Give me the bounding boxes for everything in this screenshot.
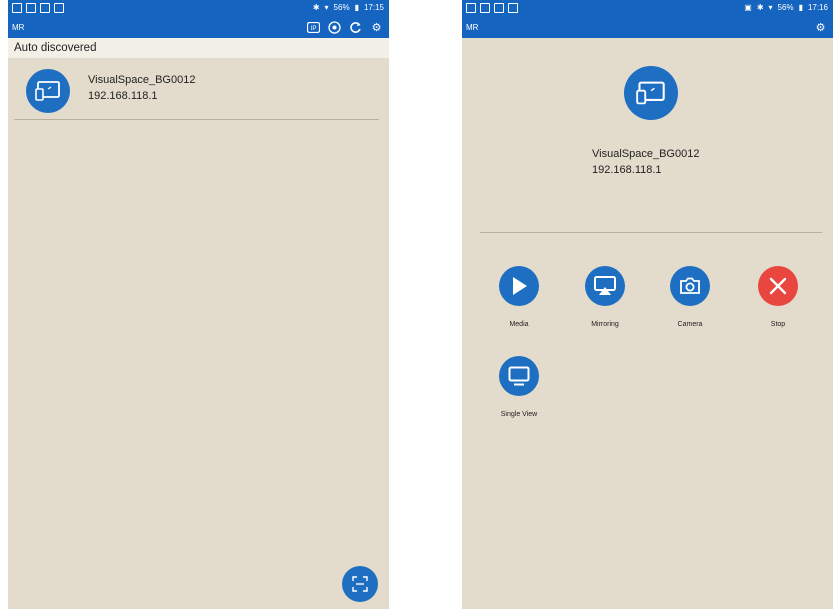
section-header: Auto discovered: [8, 38, 389, 58]
bluetooth-icon: ✱: [312, 3, 320, 12]
stop-label: Stop: [770, 321, 786, 328]
scan-qr-button[interactable]: [342, 566, 378, 602]
refresh-icon[interactable]: [349, 21, 362, 34]
clock: 17:15: [363, 3, 384, 12]
settings-gear-icon[interactable]: ⚙: [370, 21, 383, 34]
single-view-label: Single View: [500, 411, 538, 418]
close-icon: [758, 266, 798, 306]
media-label: Media: [509, 321, 529, 328]
device-control-screen: ▣ ✱ ▾ 56% ▮ 17:16 MR ⚙ VisualSpace_BG001…: [462, 0, 833, 609]
app-title: MR: [12, 23, 25, 32]
battery-icon: ▮: [798, 3, 803, 12]
mirroring-label: Mirroring: [591, 321, 619, 328]
scan-icon: [352, 576, 368, 592]
nfc-icon: ▣: [744, 3, 752, 12]
svg-text:IP: IP: [311, 26, 317, 32]
media-button[interactable]: Media: [489, 266, 549, 328]
pin-icon[interactable]: [328, 21, 341, 34]
single-view-button[interactable]: Single View: [489, 356, 549, 418]
play-icon: [499, 266, 539, 306]
app-bar: ▣ ✱ ▾ 56% ▮ 17:16 MR ⚙: [462, 0, 833, 38]
mirroring-button[interactable]: Mirroring: [575, 266, 635, 328]
section-title: Auto discovered: [14, 42, 97, 54]
divider: [14, 119, 379, 120]
camera-label: Camera: [677, 321, 703, 328]
notification-icons: [12, 3, 64, 13]
display-device-icon: [26, 69, 70, 113]
monitor-icon: [499, 356, 539, 396]
divider: [480, 232, 822, 233]
camera-button[interactable]: Camera: [660, 266, 720, 328]
mirroring-icon: [585, 266, 625, 306]
manual-connect-icon[interactable]: IP: [307, 21, 320, 34]
stop-button[interactable]: Stop: [748, 266, 808, 328]
device-list-screen: ✱ ▾ 56% ▮ 17:15 MR IP ⚙ Auto discovered …: [8, 0, 389, 609]
device-ip: 192.168.118.1: [592, 164, 662, 176]
bluetooth-icon: ✱: [756, 3, 764, 12]
status-bar: ▣ ✱ ▾ 56% ▮ 17:16: [744, 3, 828, 12]
battery-icon: ▮: [354, 3, 359, 12]
device-ip: 192.168.118.1: [88, 90, 158, 102]
device-name: VisualSpace_BG0012: [592, 148, 700, 160]
settings-gear-icon[interactable]: ⚙: [814, 21, 827, 34]
wifi-icon: ▾: [324, 3, 329, 12]
app-title: MR: [466, 23, 479, 32]
battery-text: 56%: [333, 3, 350, 12]
status-bar: ✱ ▾ 56% ▮ 17:15: [313, 3, 384, 12]
app-bar: ✱ ▾ 56% ▮ 17:15 MR IP ⚙: [8, 0, 389, 38]
camera-icon: [670, 266, 710, 306]
notification-icons: [466, 3, 518, 13]
battery-text: 56%: [777, 3, 794, 12]
clock: 17:16: [807, 3, 828, 12]
wifi-icon: ▾: [768, 3, 773, 12]
device-name: VisualSpace_BG0012: [88, 74, 196, 86]
display-device-icon: [624, 66, 678, 120]
